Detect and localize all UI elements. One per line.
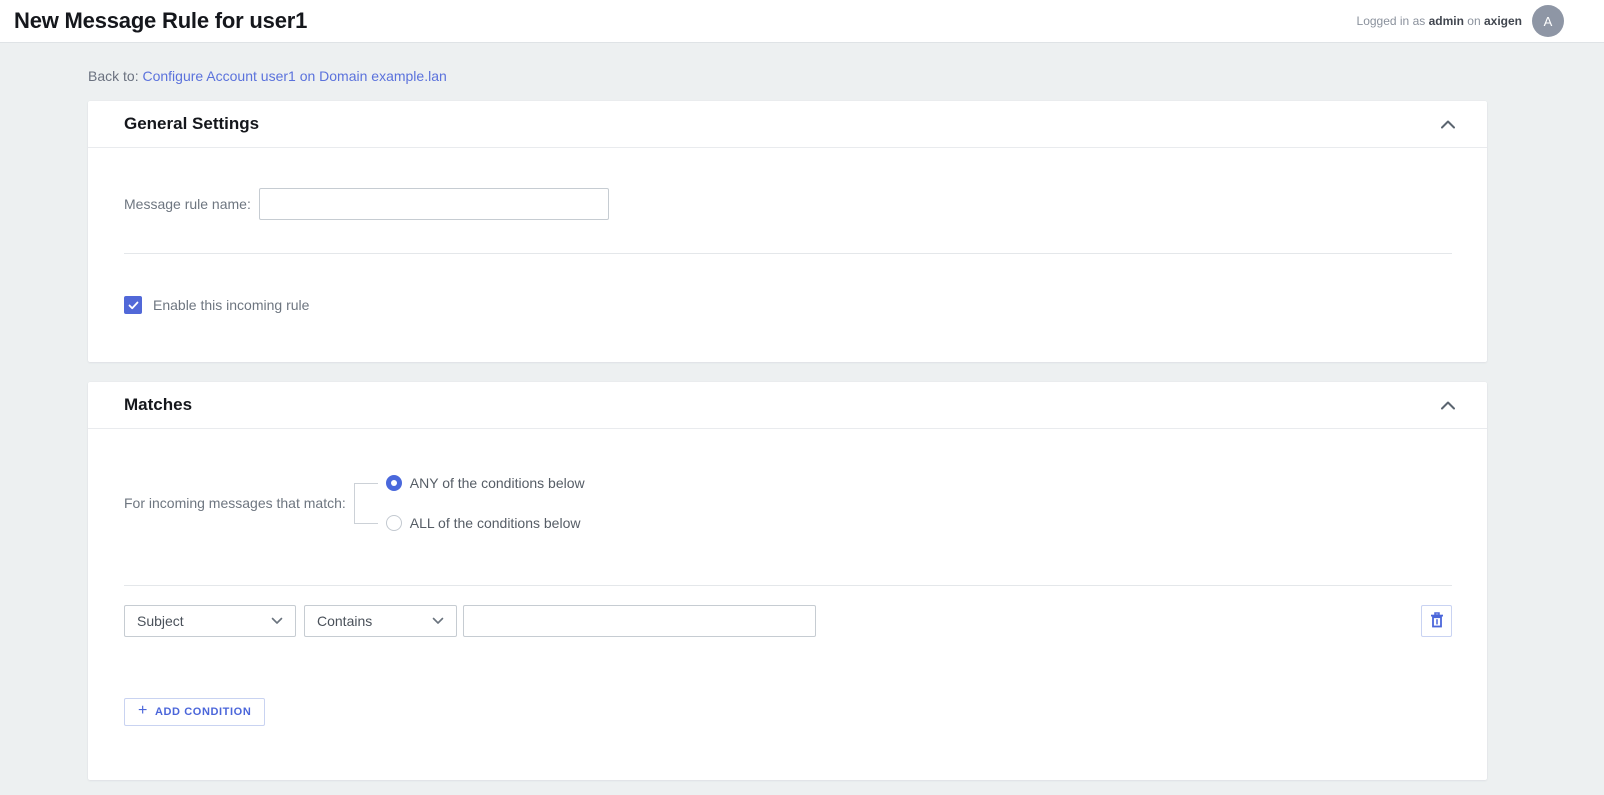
chevron-up-icon [1441,398,1455,413]
condition-field-select[interactable]: Subject [124,605,296,637]
add-condition-row: + ADD CONDITION [88,637,1487,780]
condition-operator-value: Contains [317,613,372,629]
add-condition-label: ADD CONDITION [155,706,251,718]
radio-all-conditions[interactable]: ALL of the conditions below [386,515,585,531]
radio-any-label: ANY of the conditions below [410,475,585,491]
radio-any-conditions[interactable]: ANY of the conditions below [386,475,585,491]
matches-panel: Matches For incoming messages that match… [88,382,1487,780]
page-title: New Message Rule for user1 [14,8,307,34]
checkbox-checked-icon [124,296,142,314]
radio-selected-icon [386,475,402,491]
rule-name-row: Message rule name: [88,148,1487,220]
breadcrumb: Back to: Configure Account user1 on Doma… [0,43,1604,84]
matches-header: Matches [88,382,1487,429]
rule-name-input[interactable] [259,188,609,220]
back-link[interactable]: Configure Account user1 on Domain exampl… [142,68,446,84]
login-info: Logged in as admin on axigen [1357,14,1522,28]
match-mode-label: For incoming messages that match: [124,495,346,511]
matches-collapse-button[interactable] [1437,394,1459,416]
matches-title: Matches [124,395,192,415]
add-condition-button[interactable]: + ADD CONDITION [124,698,265,726]
general-settings-collapse-button[interactable] [1437,113,1459,135]
condition-operator-select[interactable]: Contains [304,605,457,637]
back-label: Back to: [88,68,139,84]
rule-name-label: Message rule name: [124,196,251,212]
matches-divider [124,585,1452,586]
plus-icon: + [138,703,148,719]
chevron-down-icon [432,617,444,625]
chevron-down-icon [271,617,283,625]
delete-condition-button[interactable] [1421,605,1452,637]
general-settings-header: General Settings [88,101,1487,148]
enable-rule-label: Enable this incoming rule [153,297,309,313]
chevron-up-icon [1441,117,1455,132]
condition-value-input[interactable] [463,605,816,637]
logged-in-server: axigen [1484,14,1522,28]
top-header: New Message Rule for user1 Logged in as … [0,0,1604,43]
general-settings-title: General Settings [124,114,259,134]
condition-field-value: Subject [137,613,184,629]
logged-in-on: on [1467,14,1480,28]
enable-rule-checkbox[interactable]: Enable this incoming rule [88,254,1487,362]
logged-in-user: admin [1429,14,1464,28]
match-mode-radio-group: ANY of the conditions below ALL of the c… [386,475,585,531]
general-settings-panel: General Settings Message rule name: Enab… [88,101,1487,362]
trash-icon [1430,612,1444,631]
logged-in-prefix: Logged in as [1357,14,1426,28]
radio-bracket-connector [354,483,378,524]
radio-all-label: ALL of the conditions below [410,515,581,531]
avatar[interactable]: A [1532,5,1564,37]
condition-row: Subject Contains [88,605,1487,637]
header-right: Logged in as admin on axigen A [1357,5,1564,37]
match-mode-row: For incoming messages that match: ANY of… [88,475,1487,531]
radio-unselected-icon [386,515,402,531]
